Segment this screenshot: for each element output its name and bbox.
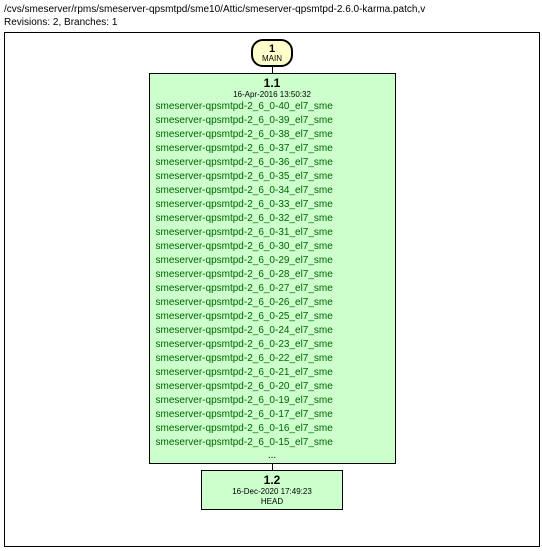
tag-item: smeserver-qpsmtpd-2_6_0-21_el7_sme bbox=[156, 366, 333, 380]
revision-head: HEAD bbox=[261, 497, 283, 507]
tag-item: smeserver-qpsmtpd-2_6_0-26_el7_sme bbox=[156, 296, 333, 310]
tag-item: smeserver-qpsmtpd-2_6_0-27_el7_sme bbox=[156, 282, 333, 296]
branch-number: 1 bbox=[269, 44, 275, 55]
tag-item: smeserver-qpsmtpd-2_6_0-16_el7_sme bbox=[156, 422, 333, 436]
revision-version: 1.2 bbox=[264, 473, 281, 487]
tag-item: smeserver-qpsmtpd-2_6_0-35_el7_sme bbox=[156, 170, 333, 184]
tag-item: smeserver-qpsmtpd-2_6_0-30_el7_sme bbox=[156, 240, 333, 254]
graph-container: 1 MAIN 1.1 16-Apr-2016 13:50:32 smeserve… bbox=[4, 32, 540, 547]
tag-item: smeserver-qpsmtpd-2_6_0-24_el7_sme bbox=[156, 324, 333, 338]
tag-item: smeserver-qpsmtpd-2_6_0-32_el7_sme bbox=[156, 212, 333, 226]
tag-item: smeserver-qpsmtpd-2_6_0-19_el7_sme bbox=[156, 394, 333, 408]
tag-item: smeserver-qpsmtpd-2_6_0-38_el7_sme bbox=[156, 128, 333, 142]
tag-item: smeserver-qpsmtpd-2_6_0-31_el7_sme bbox=[156, 226, 333, 240]
revision-node-1[interactable]: 1.1 16-Apr-2016 13:50:32 smeserver-qpsmt… bbox=[149, 73, 396, 464]
tag-item: smeserver-qpsmtpd-2_6_0-39_el7_sme bbox=[156, 114, 333, 128]
branch-node[interactable]: 1 MAIN bbox=[251, 39, 293, 67]
revision-date: 16-Dec-2020 17:49:23 bbox=[232, 487, 312, 497]
tag-list: smeserver-qpsmtpd-2_6_0-40_el7_sme smese… bbox=[150, 100, 395, 450]
tag-item: smeserver-qpsmtpd-2_6_0-37_el7_sme bbox=[156, 142, 333, 156]
tag-item: smeserver-qpsmtpd-2_6_0-20_el7_sme bbox=[156, 380, 333, 394]
tag-item: smeserver-qpsmtpd-2_6_0-23_el7_sme bbox=[156, 338, 333, 352]
tag-item: smeserver-qpsmtpd-2_6_0-15_el7_sme bbox=[156, 436, 333, 450]
tag-item: smeserver-qpsmtpd-2_6_0-36_el7_sme bbox=[156, 156, 333, 170]
tag-item: smeserver-qpsmtpd-2_6_0-17_el7_sme bbox=[156, 408, 333, 422]
revision-node-2[interactable]: 1.2 16-Dec-2020 17:49:23 HEAD bbox=[201, 470, 343, 510]
branch-label: MAIN bbox=[262, 55, 282, 63]
revision-version: 1.1 bbox=[264, 76, 281, 90]
tag-item: smeserver-qpsmtpd-2_6_0-22_el7_sme bbox=[156, 352, 333, 366]
tag-item: smeserver-qpsmtpd-2_6_0-33_el7_sme bbox=[156, 198, 333, 212]
ellipsis: ... bbox=[150, 450, 395, 461]
tag-item: smeserver-qpsmtpd-2_6_0-25_el7_sme bbox=[156, 310, 333, 324]
tag-item: smeserver-qpsmtpd-2_6_0-40_el7_sme bbox=[156, 100, 333, 114]
revision-date: 16-Apr-2016 13:50:32 bbox=[233, 90, 311, 100]
tag-item: smeserver-qpsmtpd-2_6_0-28_el7_sme bbox=[156, 268, 333, 282]
tag-item: smeserver-qpsmtpd-2_6_0-29_el7_sme bbox=[156, 254, 333, 268]
revisions-info: Revisions: 2, Branches: 1 bbox=[4, 17, 538, 28]
breadcrumb: /cvs/smeserver/rpms/smeserver-qpsmtpd/sm… bbox=[4, 4, 538, 15]
tag-item: smeserver-qpsmtpd-2_6_0-34_el7_sme bbox=[156, 184, 333, 198]
